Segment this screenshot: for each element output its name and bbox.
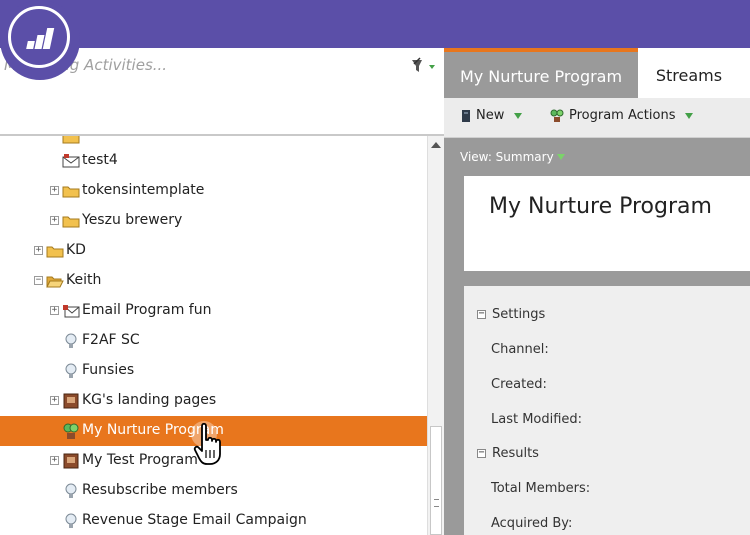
tree-item[interactable]: + KG's landing pages <box>0 386 427 416</box>
tree-item[interactable]: + My Test Program <box>0 446 427 476</box>
tree-item[interactable]: Resubscribe members <box>0 476 427 506</box>
results-label: Results <box>492 446 539 461</box>
tree-item[interactable]: + Yeszu brewery <box>0 206 427 236</box>
tree-item-label: tokensintemplate <box>82 182 205 198</box>
expand-icon[interactable]: + <box>50 186 59 195</box>
settings-section-header[interactable]: − Settings <box>477 307 545 322</box>
tree-item-label: KD <box>66 242 86 258</box>
lightbulb-icon <box>65 333 77 348</box>
tree-item-label: test4 <box>82 152 118 168</box>
summary-details-card <box>464 286 750 535</box>
page-title: My Nurture Program <box>489 194 712 219</box>
folder-icon <box>62 186 80 198</box>
created-label: Created: <box>491 377 547 392</box>
scroll-up-icon[interactable] <box>431 142 441 148</box>
tree-item-label: My Test Program <box>82 452 198 468</box>
view-selector[interactable]: View: Summary <box>460 150 565 164</box>
channel-label: Channel: <box>491 342 549 357</box>
lightbulb-icon <box>65 363 77 378</box>
nurture-icon <box>63 423 79 439</box>
tree-item[interactable]: test4 <box>0 146 427 176</box>
tree-item-label: Revenue Stage Email Campaign <box>82 512 307 528</box>
expand-icon[interactable]: + <box>50 396 59 405</box>
email-program-icon <box>63 305 80 318</box>
tree-item[interactable]: Funsies <box>0 356 427 386</box>
expand-icon[interactable]: + <box>50 216 59 225</box>
program-actions-button[interactable]: Program Actions <box>550 108 694 123</box>
logo-icon <box>8 6 70 68</box>
marketing-activities-tree: test4 + tokensintemplate + Yeszu brewery… <box>0 136 427 535</box>
marketo-logo[interactable] <box>0 0 80 80</box>
tree-item-label: KG's landing pages <box>82 392 217 408</box>
program-actions-label: Program Actions <box>569 108 676 123</box>
tree-item[interactable]: + KD <box>0 236 427 266</box>
collapse-icon[interactable]: − <box>34 276 43 285</box>
tree-scrollbar[interactable] <box>427 136 444 535</box>
tree-item[interactable]: − Keith <box>0 266 427 296</box>
new-icon <box>462 109 470 122</box>
toolbar: New Program Actions <box>444 98 750 138</box>
tree-item-label: F2AF SC <box>82 332 140 348</box>
results-section-header[interactable]: − Results <box>477 446 539 461</box>
landing-page-icon <box>63 393 79 409</box>
folder-open-icon <box>46 276 64 288</box>
tree-item-label: Funsies <box>82 362 135 378</box>
tree-item-label: Email Program fun <box>82 302 212 318</box>
expand-icon[interactable]: + <box>34 246 43 255</box>
tree-item[interactable]: + Email Program fun <box>0 296 427 326</box>
lightbulb-icon <box>65 483 77 498</box>
total-members-label: Total Members: <box>491 481 591 496</box>
dropdown-arrow-icon <box>685 112 694 119</box>
tree-item[interactable]: + tokensintemplate <box>0 176 427 206</box>
tree-item-label: Resubscribe members <box>82 482 238 498</box>
tree-item-label: Keith <box>66 272 102 288</box>
lightbulb-icon <box>65 513 77 528</box>
new-button[interactable]: New <box>461 108 523 123</box>
filter-icon[interactable] <box>410 56 438 76</box>
email-icon <box>62 154 80 168</box>
collapse-icon[interactable]: − <box>477 448 486 458</box>
summary-title-card: My Nurture Program <box>464 176 750 271</box>
dropdown-arrow-icon <box>556 154 565 160</box>
tree-item-label: My Nurture Program <box>82 422 224 438</box>
last-modified-label: Last Modified: <box>491 412 583 427</box>
folder-icon <box>62 216 80 228</box>
tree-item[interactable]: Revenue Stage Email Campaign <box>0 506 427 535</box>
scroll-thumb[interactable] <box>430 426 442 535</box>
tab-my-nurture-program[interactable]: My Nurture Program <box>444 48 638 98</box>
view-label: View: Summary <box>460 150 554 164</box>
settings-label: Settings <box>492 307 546 322</box>
tab-streams[interactable]: Streams <box>638 48 740 98</box>
folder-icon <box>62 136 80 144</box>
tree-item-selected[interactable]: My Nurture Program <box>0 416 427 446</box>
expand-icon[interactable]: + <box>50 456 59 465</box>
folder-icon <box>46 246 64 258</box>
grip-icon <box>434 499 439 507</box>
collapse-icon[interactable]: − <box>477 309 486 319</box>
acquired-by-label: Acquired By: <box>491 516 573 531</box>
program-actions-icon <box>550 109 564 122</box>
dropdown-arrow-icon <box>514 112 523 119</box>
tree-item[interactable]: F2AF SC <box>0 326 427 356</box>
program-icon <box>63 453 79 469</box>
expand-icon[interactable]: + <box>50 306 59 315</box>
new-label: New <box>476 108 505 123</box>
tree-item-label: Yeszu brewery <box>82 212 183 228</box>
top-bar <box>0 0 750 48</box>
